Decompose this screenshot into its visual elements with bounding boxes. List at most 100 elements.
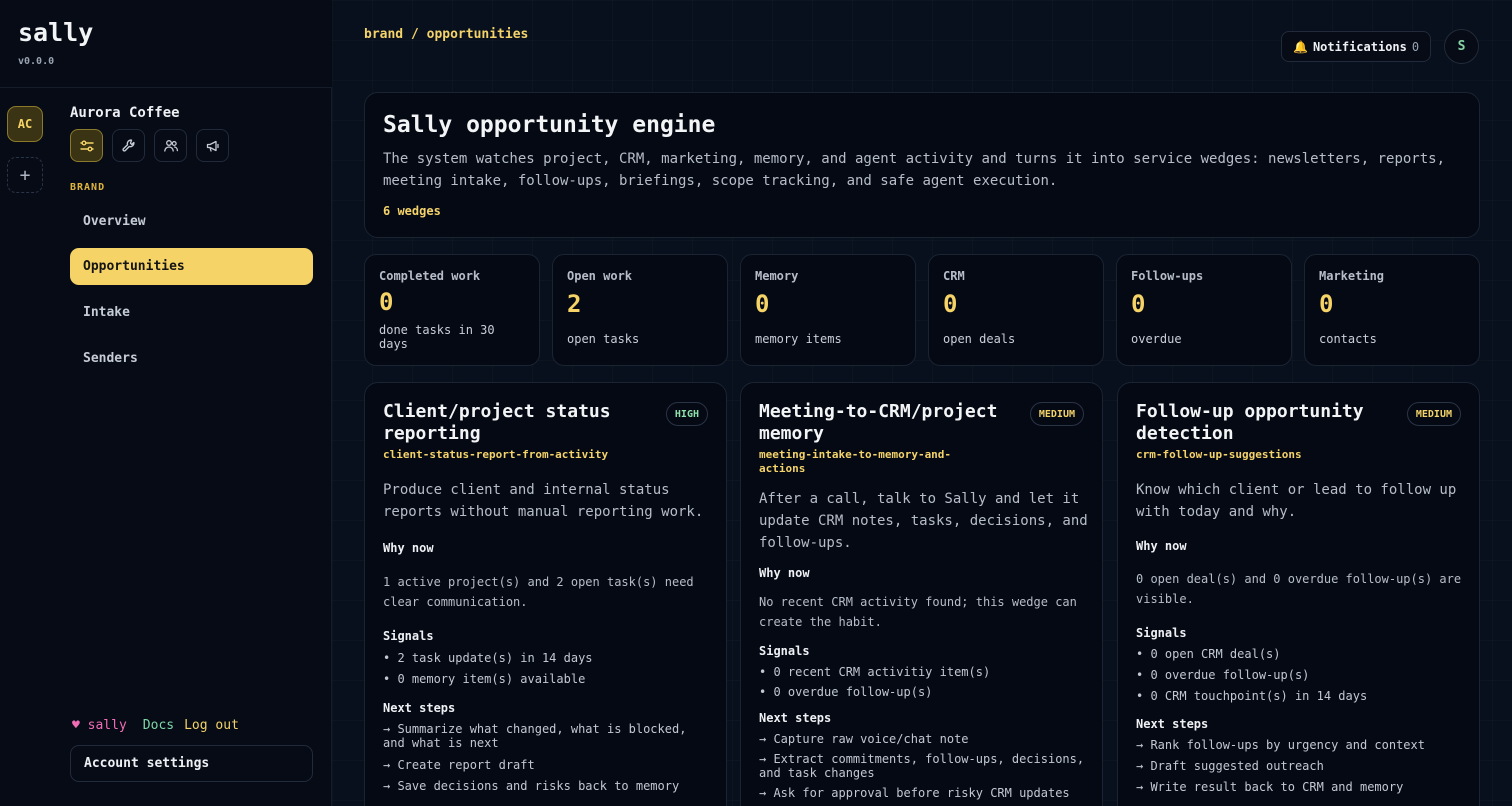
card-title: Client/project status reporting — [383, 401, 611, 444]
stat-card-completed-work: Completed work 0 done tasks in 30 days — [364, 254, 540, 366]
next-steps-heading: Next steps — [1136, 717, 1209, 731]
opportunity-card-status-reporting[interactable]: Client/project status reporting HIGH cli… — [364, 382, 727, 806]
card-slug: crm-follow-up-suggestions — [1136, 448, 1302, 461]
stat-label: Open work — [567, 269, 633, 283]
heart-icon: ♥ — [72, 718, 80, 733]
tool-megaphone[interactable] — [196, 129, 229, 162]
sidebar-item-overview[interactable]: Overview — [70, 203, 313, 240]
sidebar-item-senders[interactable]: Senders — [70, 340, 313, 377]
bell-icon: 🔔 — [1293, 39, 1308, 54]
stat-sub: contacts — [1319, 332, 1377, 346]
card-description: Produce client and internal status repor… — [383, 482, 704, 520]
stat-card-marketing: Marketing 0 contacts — [1304, 254, 1480, 366]
why-now-text: No recent CRM activity found; this wedge… — [759, 595, 1077, 629]
stat-value: 0 — [755, 290, 770, 318]
priority-badge: MEDIUM — [1029, 402, 1084, 426]
next-step-item: → Draft suggested outreach — [1136, 759, 1324, 773]
stat-value: 0 — [1319, 290, 1334, 318]
opportunity-card-meeting-memory[interactable]: Meeting-to-CRM/project memory MEDIUM mee… — [740, 382, 1103, 806]
card-description: After a call, talk to Sally and let it u… — [759, 491, 1088, 551]
stat-label: Follow-ups — [1131, 269, 1204, 283]
workspace-badge[interactable]: AC — [7, 106, 43, 142]
avatar[interactable]: S — [1444, 29, 1479, 64]
hero-card: Sally opportunity engine The system watc… — [364, 92, 1480, 238]
next-step-item: → Capture raw voice/chat note — [759, 732, 969, 746]
add-workspace-button[interactable]: + — [7, 157, 43, 193]
signal-item: • 0 recent CRM activitiy item(s) — [759, 665, 991, 679]
main-content: brand / opportunities 🔔 Notifications 0 … — [332, 0, 1512, 806]
sidebar: Aurora Coffee BRAND Overview Opportuniti… — [52, 87, 332, 806]
notifications-label: Notifications — [1312, 39, 1407, 54]
tool-users[interactable] — [154, 129, 187, 162]
stat-card-crm: CRM 0 open deals — [928, 254, 1104, 366]
tool-wrench[interactable] — [112, 129, 145, 162]
sidebar-item-opportunities[interactable]: Opportunities — [70, 248, 313, 285]
notifications-button[interactable]: 🔔 Notifications 0 — [1281, 31, 1432, 62]
card-slug: client-status-report-from-activity — [383, 448, 609, 461]
page-title: Sally opportunity engine — [383, 112, 716, 138]
next-step-item: → Write result back to CRM and memory — [1136, 780, 1404, 794]
stat-card-follow-ups: Follow-ups 0 overdue — [1116, 254, 1292, 366]
stat-sub: open tasks — [567, 332, 640, 346]
why-now-text: 0 open deal(s) and 0 overdue follow-up(s… — [1136, 572, 1462, 606]
opportunity-card-follow-up-detection[interactable]: Follow-up opportunity detection MEDIUM c… — [1117, 382, 1480, 806]
signals-heading: Signals — [383, 629, 434, 643]
card-title: Follow-up opportunity detection — [1136, 401, 1364, 444]
stat-card-memory: Memory 0 memory items — [740, 254, 916, 366]
card-slug: meeting-intake-to-memory-and-actions — [759, 448, 952, 475]
app-name[interactable]: sally — [18, 18, 93, 47]
brand-header: sally v0.0.0 — [0, 0, 331, 88]
signal-item: • 0 CRM touchpoint(s) in 14 days — [1136, 689, 1368, 703]
page-description: The system watches project, CRM, marketi… — [383, 151, 1446, 189]
why-now-heading: Why now — [1136, 539, 1187, 553]
signal-item: • 0 memory item(s) available — [383, 672, 586, 686]
next-step-item: → Summarize what changed, what is blocke… — [383, 722, 687, 750]
stat-sub: memory items — [755, 332, 842, 346]
next-step-item: → Ask for approval before risky CRM upda… — [759, 786, 1070, 800]
wedge-count: 6 wedges — [383, 204, 441, 218]
next-steps-heading: Next steps — [383, 701, 456, 715]
app-version: v0.0.0 — [18, 56, 55, 67]
signal-item: • 0 overdue follow-up(s) — [759, 685, 933, 699]
stat-card-open-work: Open work 2 open tasks — [552, 254, 728, 366]
account-settings-button[interactable]: Account settings — [70, 745, 313, 782]
stat-label: Marketing — [1319, 269, 1385, 283]
stat-label: Completed work — [379, 269, 481, 283]
breadcrumb: brand / opportunities — [364, 27, 529, 42]
signals-heading: Signals — [759, 644, 810, 658]
signals-heading: Signals — [1136, 626, 1187, 640]
next-steps-heading: Next steps — [759, 711, 832, 725]
next-step-item: → Extract commitments, follow-ups, decis… — [759, 752, 1085, 780]
next-step-item: → Save decisions and risks back to memor… — [383, 779, 680, 793]
docs-link[interactable]: Docs — [143, 718, 174, 733]
sidebar-section-label: BRAND — [70, 182, 106, 193]
logout-link[interactable]: Log out — [184, 718, 239, 733]
wrench-icon — [121, 138, 135, 152]
stat-value: 2 — [567, 290, 582, 318]
workspace-tools — [70, 129, 229, 162]
stat-value: 0 — [943, 290, 958, 318]
stat-value: 0 — [379, 288, 394, 316]
next-step-item: → Create report draft — [383, 758, 535, 772]
sliders-icon — [79, 140, 94, 151]
next-step-item: → Rank follow-ups by urgency and context — [1136, 738, 1425, 752]
signal-item: • 2 task update(s) in 14 days — [383, 651, 593, 665]
stat-label: Memory — [755, 269, 799, 283]
tool-sliders[interactable] — [70, 129, 103, 162]
stat-value: 0 — [1131, 290, 1146, 318]
stat-sub: open deals — [943, 332, 1016, 346]
sidebar-item-intake[interactable]: Intake — [70, 294, 313, 331]
why-now-heading: Why now — [383, 541, 434, 555]
card-title: Meeting-to-CRM/project memory — [759, 401, 998, 444]
priority-badge: HIGH — [665, 402, 708, 426]
workspace-rail: AC + — [0, 0, 53, 806]
megaphone-icon — [206, 140, 219, 152]
sally-home-link[interactable]: ♥ sally — [72, 718, 127, 733]
workspace-name: Aurora Coffee — [70, 105, 180, 121]
sally-link-label: sally — [87, 718, 127, 733]
users-icon — [163, 139, 178, 152]
why-now-heading: Why now — [759, 566, 810, 580]
card-description: Know which client or lead to follow up w… — [1136, 482, 1457, 520]
notifications-count: 0 — [1411, 39, 1420, 54]
stat-sub: done tasks in 30 days — [379, 323, 495, 351]
